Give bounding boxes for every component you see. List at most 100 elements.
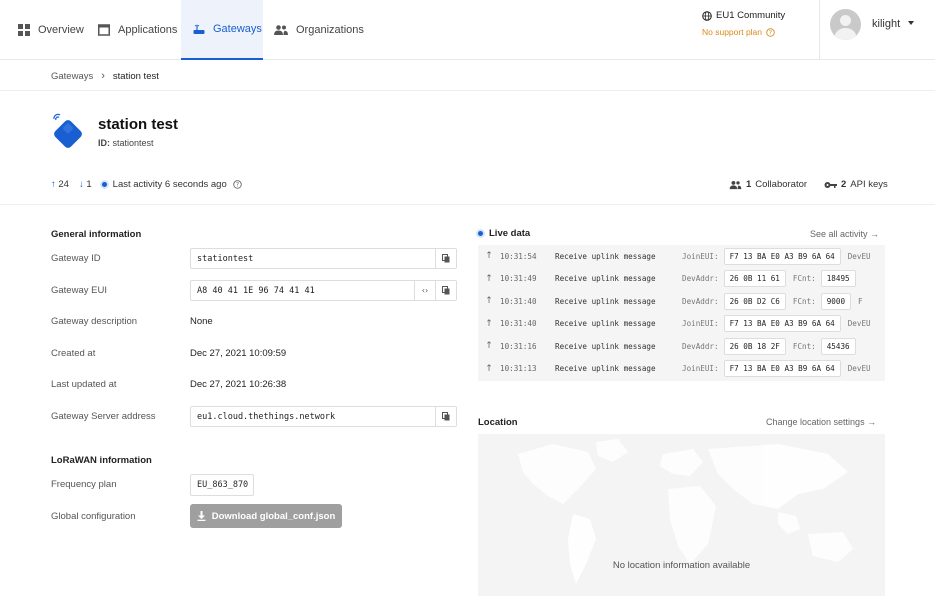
world-map-image [518,439,853,584]
event-value: 9000 [820,292,852,310]
username[interactable]: kilight [872,18,900,30]
list-item[interactable]: ↑ 10:31:16 Receive uplink message DevAdd… [478,335,885,358]
list-item[interactable]: ↑ 10:31:13 Receive uplink message JoinEU… [478,358,885,381]
event-key: DevAddr: [682,274,719,284]
downlink-count-value: 1 [86,179,92,190]
page-title: station test [98,116,179,133]
live-data-list: ↑ 10:31:54 Receive uplink message JoinEU… [478,245,885,381]
status-dot-icon [478,231,483,236]
downlink-count: ↓ 1 [79,179,92,190]
svg-text:?: ? [769,29,772,36]
copy-icon [442,412,450,421]
event-time: 10:31:13 [500,364,537,374]
nav-overview-label: Overview [38,24,84,36]
people-icon [729,180,742,189]
toggle-format-button[interactable]: ‹› [414,281,435,300]
event-value: F7 13 BA E0 A3 B9 6A 64 [723,247,841,265]
updated-at-value: Dec 27, 2021 10:26:38 [190,379,287,390]
collaborators-label: Collaborator [755,179,808,190]
breadcrumb-gateways[interactable]: Gateways [51,71,93,82]
event-value: 26 0B 18 2F [723,337,786,355]
see-all-activity-link[interactable]: See all activity → [810,229,879,239]
nav-organizations-label: Organizations [296,24,364,36]
gateway-id-subtitle: ID: stationtest [98,138,154,148]
gateway-icon [53,113,82,148]
api-keys-link[interactable]: 2 API keys [824,179,888,190]
uplink-count-value: 24 [58,179,69,190]
event-time: 10:31:16 [500,341,537,351]
lorawan-info-title: LoRaWAN information [51,455,152,466]
gateway-icon [193,24,205,34]
location-map: No location information available [478,434,885,596]
breadcrumb-current: station test [112,70,159,82]
frequency-plan-label: Frequency plan [51,479,117,490]
arrow-up-icon: ↑ [485,341,493,352]
general-info-title: General information [51,229,142,240]
copy-icon [442,286,450,295]
event-message: Receive uplink message [555,319,656,329]
download-global-conf-label: Download global_conf.json [211,510,336,522]
community-selector[interactable]: EU1 Community No support plan ? [702,10,812,37]
gateway-id-field-value: stationtest [197,253,254,264]
no-location-message: No location information available [612,560,751,571]
change-location-link[interactable]: Change location settings → [766,417,876,427]
arrow-up-icon: ↑ [485,296,493,307]
event-key: FCnt: [792,296,816,306]
gateway-id-label: ID: [98,138,110,148]
collaborators-link[interactable]: 1 Collaborator [729,179,807,190]
live-data-title-text: Live data [489,228,531,239]
list-item[interactable]: ↑ 10:31:54 Receive uplink message JoinEU… [478,245,885,268]
list-item[interactable]: ↑ 10:31:40 Receive uplink message JoinEU… [478,313,885,336]
created-at-value: Dec 27, 2021 10:09:59 [190,348,287,359]
event-value: 45436 [820,337,856,355]
breadcrumb: Gateways › station test [51,70,159,82]
gateway-id-label: Gateway ID [51,253,101,264]
help-icon: ? [766,27,775,37]
svg-text:?: ? [236,182,239,189]
key-icon [824,181,837,188]
help-icon[interactable]: ? [232,180,242,189]
gateway-id-field: stationtest [190,248,457,269]
server-address-label: Gateway Server address [51,411,156,422]
event-value: F7 13 BA E0 A3 B9 6A 64 [723,315,841,333]
collaborators-count: 1 [746,179,752,190]
event-time: 10:31:40 [500,296,537,306]
event-key: JoinEUI: [682,251,719,261]
nav-organizations[interactable]: Organizations [274,0,364,60]
event-time: 10:31:54 [500,251,537,261]
chevron-right-icon: › [101,70,105,82]
copy-button[interactable] [435,407,456,426]
copy-button[interactable] [435,249,456,268]
section-divider [0,204,935,205]
gateway-description-label: Gateway description [51,316,138,327]
list-item[interactable]: ↑ 10:31:49 Receive uplink message DevAdd… [478,268,885,291]
avatar[interactable] [830,9,861,40]
nav-gateways[interactable]: Gateways [181,0,263,60]
api-keys-label: API keys [850,179,888,190]
event-key: JoinEUI: [682,319,719,329]
list-item[interactable]: ↑ 10:31:40 Receive uplink message DevAdd… [478,290,885,313]
chevron-down-icon[interactable] [908,21,914,25]
nav-applications[interactable]: Applications [98,0,177,60]
event-key: DevAddr: [682,296,719,306]
arrow-up-icon: ↑ [485,251,493,262]
global-config-label: Global configuration [51,511,136,522]
nav-applications-label: Applications [118,24,178,36]
nav-overview[interactable]: Overview [18,0,84,60]
event-value: 26 0B D2 C6 [723,292,786,310]
live-data-title: Live data [478,228,530,239]
copy-button[interactable] [435,281,456,300]
arrow-up-icon: ↑ [485,363,493,374]
nav-gateways-label: Gateways [213,23,262,35]
gateway-stats: ↑ 24 ↓ 1 Last activity 6 seconds ago ? [51,179,242,190]
download-icon [197,511,206,521]
gateway-id-value: stationtest [112,138,154,148]
gateway-eui-label: Gateway EUI [51,285,107,296]
download-global-conf-button[interactable]: Download global_conf.json [190,504,342,528]
gateway-eui-field-value: A8 40 41 1E 96 74 41 41 [197,285,315,296]
grid-icon [18,24,30,36]
created-at-label: Created at [51,348,96,359]
location-title: Location [478,417,518,428]
event-message: Receive uplink message [555,274,656,284]
window-icon [98,24,110,36]
